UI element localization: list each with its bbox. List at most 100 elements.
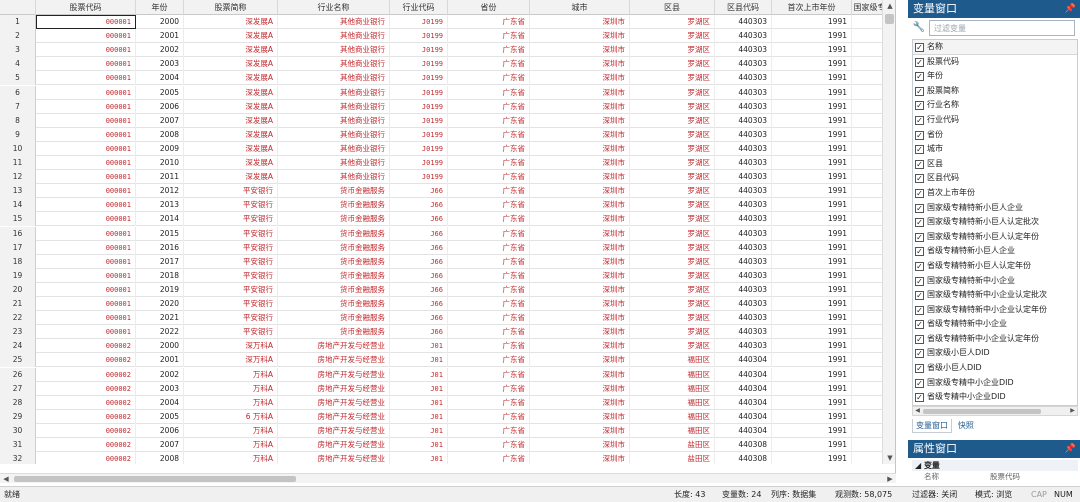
table-cell[interactable]: 罗湖区 bbox=[630, 339, 715, 354]
variable-list-item[interactable]: ✓ 国家级专精特新中小企业认定批次 bbox=[913, 288, 1077, 303]
table-cell[interactable]: J66 bbox=[390, 226, 448, 241]
table-row[interactable]: 28 000002 2004 万科A 房地产开发与经营业 J01 广东省 深圳市 福田区 4403… bbox=[0, 395, 895, 410]
table-cell[interactable]: J01 bbox=[390, 409, 448, 424]
table-cell[interactable]: 2018 bbox=[136, 268, 184, 283]
table-row[interactable]: 17 000001 2016 平安银行 货币金融服务 J66 广东省 深圳市 罗湖区 440303… bbox=[0, 240, 895, 255]
table-cell[interactable]: 万科A bbox=[184, 423, 278, 438]
collapse-icon[interactable]: ◢ bbox=[915, 461, 924, 470]
table-cell[interactable]: 2016 bbox=[136, 240, 184, 255]
table-cell[interactable]: 罗湖区 bbox=[630, 254, 715, 269]
property-row[interactable]: 名称 股票代码 bbox=[912, 471, 1078, 483]
table-cell[interactable]: J66 bbox=[390, 184, 448, 199]
table-cell[interactable]: 深圳市 bbox=[530, 113, 630, 128]
scroll-up-icon[interactable]: ▲ bbox=[883, 0, 895, 12]
table-cell[interactable]: 000001 bbox=[36, 99, 136, 114]
table-row[interactable]: 11 000001 2010 深发展A 其他商业银行 J0199 广东省 深圳市 罗湖区 4403… bbox=[0, 156, 895, 171]
row-number[interactable]: 27 bbox=[0, 381, 36, 396]
table-cell[interactable]: 罗湖区 bbox=[630, 325, 715, 340]
table-cell[interactable]: 广东省 bbox=[448, 170, 530, 185]
table-cell[interactable]: 深发展A bbox=[184, 71, 278, 86]
table-cell[interactable]: 1991 bbox=[772, 184, 852, 199]
table-cell[interactable]: 000001 bbox=[36, 282, 136, 297]
table-cell[interactable]: 罗湖区 bbox=[630, 113, 715, 128]
table-cell[interactable]: 000001 bbox=[36, 226, 136, 241]
table-cell[interactable]: 深圳市 bbox=[530, 141, 630, 156]
table-cell[interactable]: 广东省 bbox=[448, 240, 530, 255]
column-header[interactable]: 年份 bbox=[136, 0, 184, 15]
row-number[interactable]: 28 bbox=[0, 395, 36, 410]
table-cell[interactable]: 平安银行 bbox=[184, 297, 278, 311]
row-number[interactable]: 29 bbox=[0, 409, 36, 424]
table-cell[interactable]: 440304 bbox=[715, 353, 772, 368]
checkbox-icon[interactable]: ✓ bbox=[915, 378, 924, 388]
table-cell[interactable]: 万科A bbox=[184, 381, 278, 396]
table-cell[interactable]: 1991 bbox=[772, 71, 852, 86]
table-cell[interactable]: 罗湖区 bbox=[630, 127, 715, 142]
table-cell[interactable]: J0199 bbox=[390, 85, 448, 100]
table-cell[interactable]: 罗湖区 bbox=[630, 268, 715, 283]
table-cell[interactable]: 万科A bbox=[184, 367, 278, 382]
table-cell[interactable]: 2013 bbox=[136, 198, 184, 213]
variable-list-header[interactable]: ✓ 名称 bbox=[913, 40, 1077, 55]
table-cell[interactable]: 440308 bbox=[715, 452, 772, 464]
table-cell[interactable]: 深圳市 bbox=[530, 170, 630, 185]
checkbox-icon[interactable]: ✓ bbox=[915, 334, 924, 344]
table-cell[interactable]: 2017 bbox=[136, 254, 184, 269]
table-cell[interactable]: 深圳市 bbox=[530, 423, 630, 438]
table-cell[interactable]: J0199 bbox=[390, 141, 448, 156]
table-cell[interactable]: J0199 bbox=[390, 156, 448, 170]
variable-list-item[interactable]: ✓ 省级专精特新小巨人认定年份 bbox=[913, 259, 1077, 274]
table-cell[interactable]: 房地产开发与经营业 bbox=[278, 353, 390, 368]
table-cell[interactable]: 000001 bbox=[36, 85, 136, 100]
table-cell[interactable]: 深圳市 bbox=[530, 311, 630, 326]
table-cell[interactable]: J0199 bbox=[390, 170, 448, 185]
table-cell[interactable]: 1991 bbox=[772, 353, 852, 368]
table-cell[interactable]: 2008 bbox=[136, 127, 184, 142]
corner-cell[interactable] bbox=[0, 0, 36, 15]
variable-list-item[interactable]: ✓ 国家级专精特新小巨人企业 bbox=[913, 201, 1077, 216]
table-cell[interactable]: 2012 bbox=[136, 184, 184, 199]
table-row[interactable]: 5 000001 2004 深发展A 其他商业银行 J0199 广东省 深圳市 罗湖区 44030… bbox=[0, 71, 895, 86]
table-cell[interactable]: 广东省 bbox=[448, 226, 530, 241]
table-cell[interactable]: 2007 bbox=[136, 113, 184, 128]
table-cell[interactable]: 货币金融服务 bbox=[278, 184, 390, 199]
table-cell[interactable]: J01 bbox=[390, 452, 448, 464]
table-cell[interactable]: 罗湖区 bbox=[630, 198, 715, 213]
table-cell[interactable]: 000002 bbox=[36, 423, 136, 438]
variable-list-item[interactable]: ✓ 省级专精中小企业DID bbox=[913, 390, 1077, 405]
table-cell[interactable]: 货币金融服务 bbox=[278, 297, 390, 311]
table-row[interactable]: 23 000001 2022 平安银行 货币金融服务 J66 广东省 深圳市 罗湖区 440303… bbox=[0, 325, 895, 340]
table-cell[interactable]: 2019 bbox=[136, 282, 184, 297]
table-cell[interactable]: 440304 bbox=[715, 423, 772, 438]
table-cell[interactable]: 1991 bbox=[772, 127, 852, 142]
variable-list-item[interactable]: ✓ 省级小巨人DID bbox=[913, 361, 1077, 376]
table-cell[interactable]: 2020 bbox=[136, 297, 184, 311]
table-cell[interactable]: 深圳市 bbox=[530, 184, 630, 199]
table-cell[interactable]: 货币金融服务 bbox=[278, 198, 390, 213]
table-row[interactable]: 32 000002 2008 万科A 房地产开发与经营业 J01 广东省 深圳市 盐田区 4403… bbox=[0, 452, 895, 464]
table-cell[interactable]: 深圳市 bbox=[530, 325, 630, 340]
table-cell[interactable]: 房地产开发与经营业 bbox=[278, 409, 390, 424]
row-number[interactable]: 14 bbox=[0, 198, 36, 213]
row-number[interactable]: 7 bbox=[0, 99, 36, 114]
table-cell[interactable]: 1991 bbox=[772, 156, 852, 170]
table-cell[interactable]: 万科A bbox=[184, 438, 278, 452]
table-cell[interactable]: 其他商业银行 bbox=[278, 141, 390, 156]
table-cell[interactable]: 1991 bbox=[772, 282, 852, 297]
table-cell[interactable]: 广东省 bbox=[448, 156, 530, 170]
checkbox-icon[interactable]: ✓ bbox=[915, 305, 924, 315]
variable-list-item[interactable]: ✓ 行业名称 bbox=[913, 98, 1077, 113]
row-number[interactable]: 8 bbox=[0, 113, 36, 128]
variable-list-item[interactable]: ✓ 省级专精特新中小企业认定年份 bbox=[913, 332, 1077, 347]
table-cell[interactable]: 000002 bbox=[36, 353, 136, 368]
table-cell[interactable]: J0199 bbox=[390, 99, 448, 114]
table-cell[interactable]: J66 bbox=[390, 282, 448, 297]
table-cell[interactable]: 440303 bbox=[715, 254, 772, 269]
variable-list-item[interactable]: ✓ 国家级专精特新小巨人认定批次 bbox=[913, 215, 1077, 230]
table-cell[interactable]: 440304 bbox=[715, 409, 772, 424]
table-cell[interactable]: 房地产开发与经营业 bbox=[278, 339, 390, 354]
column-header[interactable]: 城市 bbox=[530, 0, 630, 15]
table-cell[interactable]: 深发展A bbox=[184, 113, 278, 128]
table-cell[interactable]: 平安银行 bbox=[184, 184, 278, 199]
table-cell[interactable]: 其他商业银行 bbox=[278, 57, 390, 72]
